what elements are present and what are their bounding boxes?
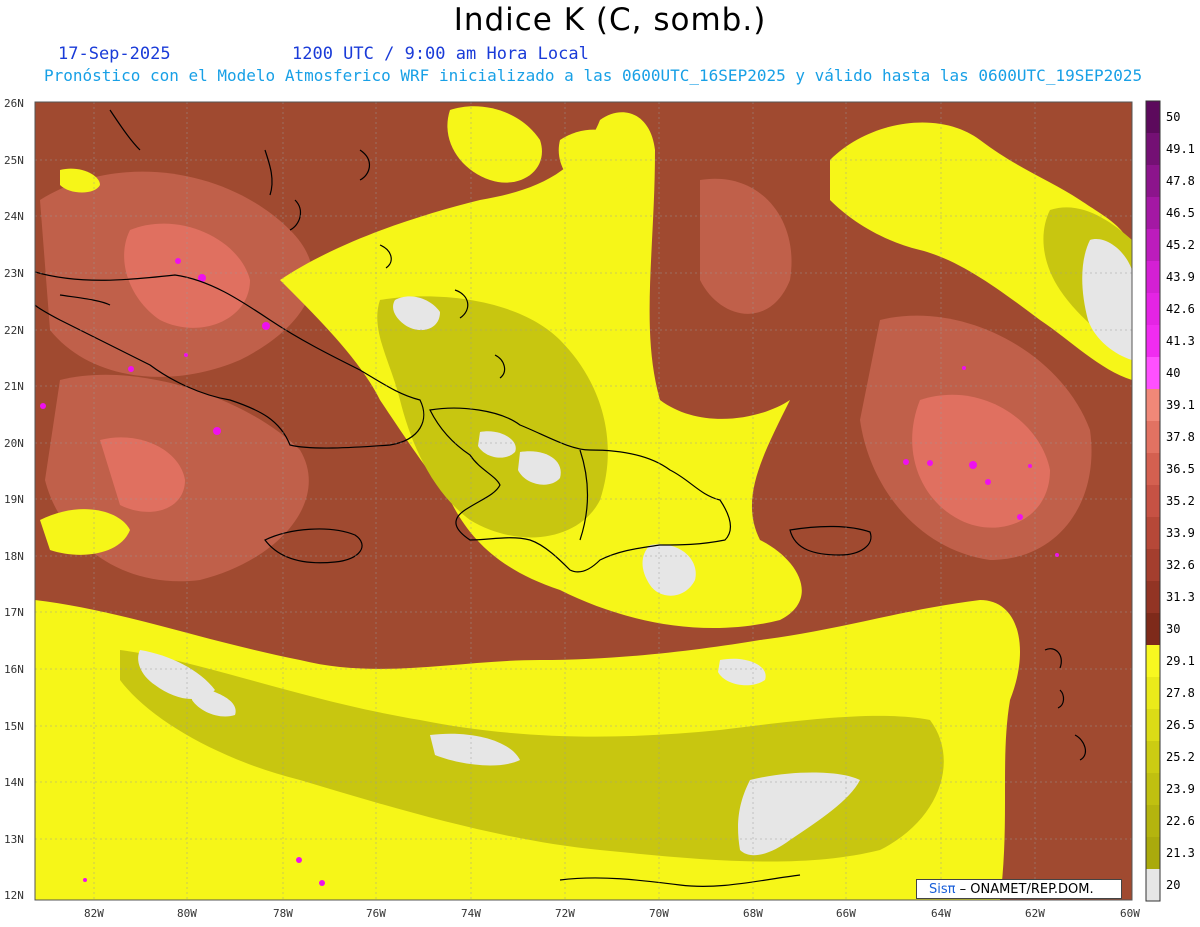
colorbar-label: 26.5 (1166, 718, 1195, 732)
longitude-labels: 82W 80W 78W 76W 74W 72W 70W 68W 66W 64W … (84, 907, 1140, 920)
colorbar-label: 22.6 (1166, 814, 1195, 828)
colorbar-label: 23.9 (1166, 782, 1195, 796)
colorbar-label: 42.6 (1166, 302, 1195, 316)
colorbar-label: 37.8 (1166, 430, 1195, 444)
lon-label: 80W (177, 907, 197, 920)
lon-label: 74W (461, 907, 481, 920)
colorbar-swatch (1146, 165, 1160, 198)
colorbar-label: 21.3 (1166, 846, 1195, 860)
colorbar-swatch (1146, 613, 1160, 646)
colorbar-swatch (1146, 229, 1160, 262)
colorbar-label: 40 (1166, 366, 1180, 380)
colorbar-label: 20 (1166, 878, 1180, 892)
map-plot-area (35, 102, 1132, 900)
lat-label: 12N (4, 889, 24, 902)
lon-label: 72W (555, 907, 575, 920)
lat-label: 21N (4, 380, 24, 393)
latitude-labels: 26N 25N 24N 23N 22N 21N 20N 19N 18N 17N … (4, 97, 24, 902)
colorbar-label: 35.2 (1166, 494, 1195, 508)
colorbar-swatch (1146, 453, 1160, 486)
lon-label: 68W (743, 907, 763, 920)
lat-label: 25N (4, 154, 24, 167)
colorbar-label: 47.8 (1166, 174, 1195, 188)
lon-label: 60W (1120, 907, 1140, 920)
lat-label: 14N (4, 776, 24, 789)
lon-label: 62W (1025, 907, 1045, 920)
colorbar-swatch (1146, 101, 1160, 134)
colorbar-label: 29.1 (1166, 654, 1195, 668)
colorbar-swatch (1146, 805, 1160, 838)
lon-label: 82W (84, 907, 104, 920)
lon-label: 66W (836, 907, 856, 920)
colorbar-label: 43.9 (1166, 270, 1195, 284)
colorbar-swatch (1146, 869, 1160, 902)
colorbar-swatch (1146, 837, 1160, 870)
colorbar-label: 25.2 (1166, 750, 1195, 764)
lat-label: 24N (4, 210, 24, 223)
colorbar-label: 45.2 (1166, 238, 1195, 252)
colorbar-swatch (1146, 709, 1160, 742)
colorbar-swatch (1146, 549, 1160, 582)
colorbar: 50 49.1 47.8 46.5 45.2 43.9 42.6 41.3 40 39.1 37.8… (1145, 100, 1195, 902)
sispi-logo: Sisπ (929, 882, 956, 897)
lat-label: 20N (4, 437, 24, 450)
lat-label: 15N (4, 720, 24, 733)
colorbar-label: 49.1 (1166, 142, 1195, 156)
colorbar-swatch (1146, 581, 1160, 614)
colorbar-swatch (1146, 421, 1160, 454)
colorbar-swatch (1146, 645, 1160, 678)
colorbar-label: 41.3 (1166, 334, 1195, 348)
colorbar-swatch (1146, 325, 1160, 358)
credit-text: – ONAMET/REP.DOM. (959, 882, 1094, 897)
lat-label: 26N (4, 97, 24, 110)
colorbar-label: 50 (1166, 110, 1180, 124)
map-figure: 26N 25N 24N 23N 22N 21N 20N 19N 18N 17N … (4, 97, 1195, 920)
colorbar-swatch (1146, 389, 1160, 422)
colorbar-swatch (1146, 197, 1160, 230)
colorbar-label: 27.8 (1166, 686, 1195, 700)
lon-label: 70W (649, 907, 669, 920)
colorbar-swatch (1146, 357, 1160, 390)
lon-label: 64W (931, 907, 951, 920)
colorbar-swatch (1146, 773, 1160, 806)
colorbar-swatch (1146, 485, 1160, 518)
colorbar-label: 33.9 (1166, 526, 1195, 540)
colorbar-swatch (1146, 261, 1160, 294)
credit-box: Sisπ – ONAMET/REP.DOM. (916, 879, 1122, 899)
lat-label: 18N (4, 550, 24, 563)
colorbar-label: 31.3 (1166, 590, 1195, 604)
colorbar-label: 39.1 (1166, 398, 1195, 412)
lat-label: 23N (4, 267, 24, 280)
colorbar-swatch (1146, 741, 1160, 774)
lat-label: 16N (4, 663, 24, 676)
colorbar-swatch (1146, 133, 1160, 166)
lat-label: 22N (4, 324, 24, 337)
colorbar-swatch (1146, 293, 1160, 326)
lon-label: 78W (273, 907, 293, 920)
lat-label: 13N (4, 833, 24, 846)
colorbar-swatch (1146, 677, 1160, 710)
colorbar-swatch (1146, 517, 1160, 550)
colorbar-label: 32.6 (1166, 558, 1195, 572)
lat-label: 17N (4, 606, 24, 619)
colorbar-label: 46.5 (1166, 206, 1195, 220)
lon-label: 76W (366, 907, 386, 920)
colorbar-label: 36.5 (1166, 462, 1195, 476)
lat-label: 19N (4, 493, 24, 506)
colorbar-label: 30 (1166, 622, 1180, 636)
